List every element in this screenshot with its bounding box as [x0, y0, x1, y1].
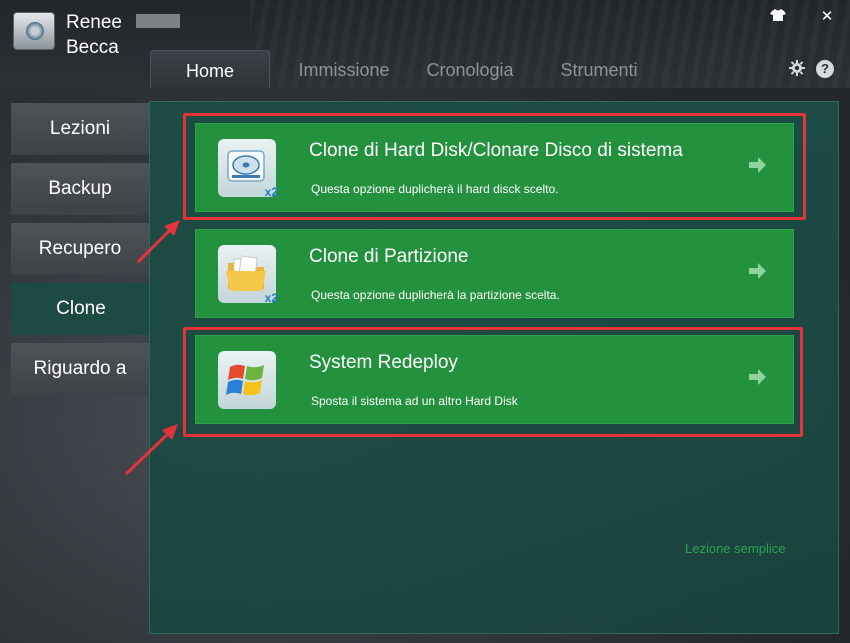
tab-strumenti[interactable]: Strumenti — [546, 50, 652, 88]
app-window: Renee Becca ✕ Home Immissione Cronologia… — [0, 0, 850, 643]
card-title: Clone di Partizione — [309, 246, 469, 267]
help-icon[interactable]: ? — [816, 60, 834, 78]
clone-partition-card[interactable]: x2 Clone di Partizione Questa opzione du… — [195, 229, 794, 318]
title-bar: Renee Becca ✕ Home Immissione Cronologia… — [0, 0, 850, 88]
arrow-right-icon — [749, 263, 766, 279]
brand-name-line1: Renee — [66, 12, 122, 33]
highlight-box-system-redeploy — [183, 327, 803, 437]
gear-icon[interactable] — [788, 60, 806, 78]
annotation-arrow-icon — [136, 220, 180, 264]
gear-icon-graphic — [789, 60, 805, 76]
sidebar-item-clone[interactable]: Clone — [11, 283, 151, 335]
highlight-box-clone-hard-disk — [183, 113, 806, 220]
sidebar-item-backup[interactable]: Backup — [11, 163, 149, 215]
sidebar-item-lezioni[interactable]: Lezioni — [11, 103, 149, 155]
app-logo-icon — [13, 12, 55, 50]
card-description: Questa opzione duplicherà la partizione … — [311, 288, 560, 302]
folder-clone-icon: x2 — [218, 245, 278, 305]
duplicate-badge: x2 — [264, 291, 278, 305]
brand-name-line2: Becca — [66, 37, 119, 58]
tshirt-icon-graphic — [770, 9, 786, 21]
sidebar-item-recupero[interactable]: Recupero — [11, 223, 149, 275]
tab-home[interactable]: Home — [150, 50, 270, 88]
annotation-arrow-icon — [124, 424, 178, 476]
sidebar-item-riguardo[interactable]: Riguardo a — [11, 343, 149, 395]
brand-name-redacted — [136, 14, 180, 28]
tab-cronologia[interactable]: Cronologia — [414, 50, 526, 88]
tab-immissione[interactable]: Immissione — [278, 50, 410, 88]
close-icon[interactable]: ✕ — [818, 8, 836, 26]
tshirt-icon[interactable] — [769, 8, 787, 26]
simple-mode-link[interactable]: Lezione semplice — [685, 541, 785, 556]
